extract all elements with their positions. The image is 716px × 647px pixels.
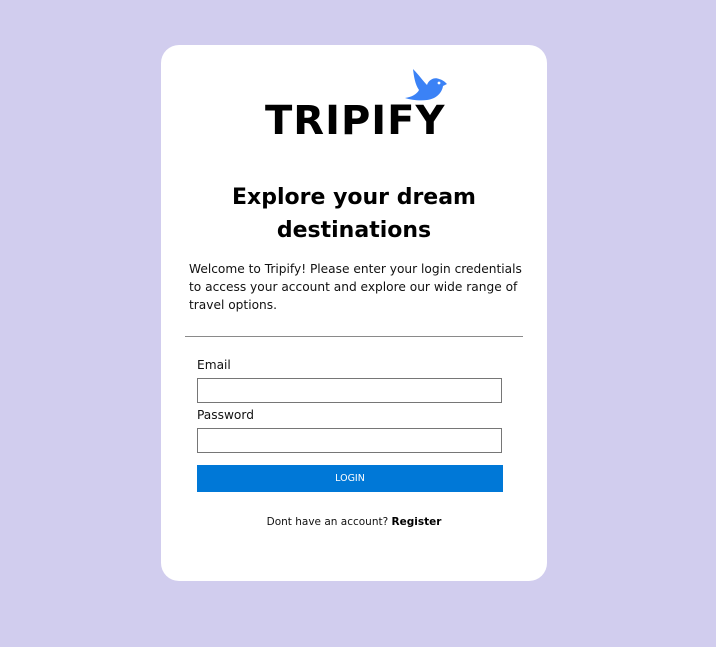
bird-icon: [405, 69, 447, 101]
register-link[interactable]: Register: [392, 516, 442, 528]
email-field[interactable]: [197, 378, 502, 403]
register-prompt: Dont have an account? Register: [161, 516, 547, 528]
tripify-logo: TRIPIFY: [265, 69, 451, 147]
login-card: TRIPIFY Explore your dream destinations …: [161, 45, 547, 581]
password-label: Password: [197, 408, 254, 422]
headline-line-2: destinations: [276, 218, 432, 243]
brand-name: TRIPIFY: [265, 98, 446, 144]
divider: [185, 336, 523, 337]
email-label: Email: [197, 358, 231, 372]
login-button[interactable]: LOGIN: [197, 465, 503, 492]
headline-line-1: Explore your dream: [232, 185, 476, 210]
register-prompt-text: Dont have an account?: [266, 516, 392, 528]
password-field[interactable]: [197, 428, 502, 453]
page-headline: Explore your dream destinations: [181, 181, 527, 247]
intro-text: Welcome to Tripify! Please enter your lo…: [189, 262, 522, 312]
